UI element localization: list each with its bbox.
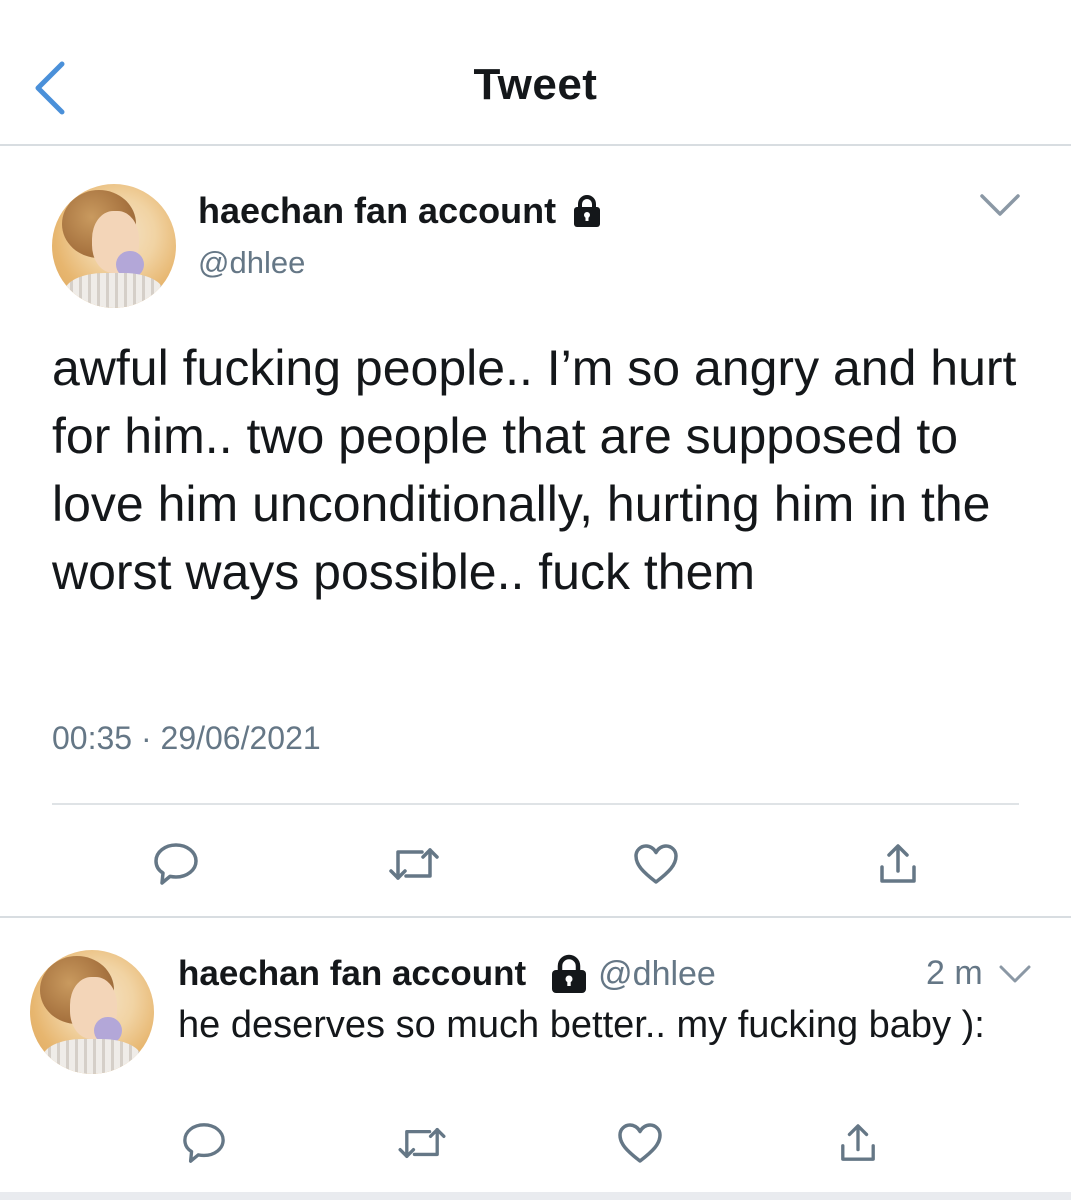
like-button[interactable]: [610, 1116, 670, 1170]
retweet-button[interactable]: [392, 1116, 452, 1170]
bottom-edge: [0, 1192, 1071, 1200]
divider: [52, 803, 1019, 805]
share-icon: [880, 844, 916, 883]
nav-header: Tweet: [0, 0, 1071, 146]
chevron-down-icon[interactable]: [978, 190, 1022, 220]
tweet-text: awful fucking people.. I’m so angry and …: [52, 340, 1017, 600]
author-handle[interactable]: @dhlee: [198, 245, 305, 281]
author-name-row[interactable]: haechan fan account: [198, 190, 602, 232]
chevron-down-icon[interactable]: [998, 962, 1032, 986]
share-button[interactable]: [868, 836, 928, 892]
reply-button[interactable]: [174, 1116, 234, 1170]
author-display-name[interactable]: haechan fan account: [198, 190, 556, 232]
share-button[interactable]: [828, 1116, 888, 1170]
reply-button[interactable]: [146, 836, 206, 892]
reply-text: he deserves so much better.. my fucking …: [178, 1004, 985, 1046]
reply-author-handle[interactable]: @dhlee: [598, 955, 716, 994]
reply-author-row[interactable]: haechan fan account @dhlee: [178, 954, 716, 994]
like-button[interactable]: [626, 836, 686, 892]
lock-icon: [574, 195, 601, 227]
retweet-button[interactable]: [384, 836, 444, 892]
share-icon: [841, 1124, 875, 1161]
retweet-icon: [398, 1128, 446, 1158]
avatar[interactable]: [30, 950, 154, 1074]
reply-timestamp: 2 m: [926, 954, 983, 992]
reply-author-display-name[interactable]: haechan fan account: [178, 954, 526, 994]
avatar[interactable]: [52, 184, 176, 308]
reply-icon: [183, 1123, 225, 1163]
retweet-icon: [389, 848, 439, 880]
heart-icon: [634, 844, 678, 884]
page-title: Tweet: [473, 60, 598, 109]
reply-icon: [154, 843, 198, 885]
tweet-timestamp[interactable]: 00:35 · 29/06/2021: [52, 720, 321, 757]
heart-icon: [618, 1123, 662, 1163]
divider: [0, 916, 1071, 918]
lock-icon: [552, 954, 587, 993]
